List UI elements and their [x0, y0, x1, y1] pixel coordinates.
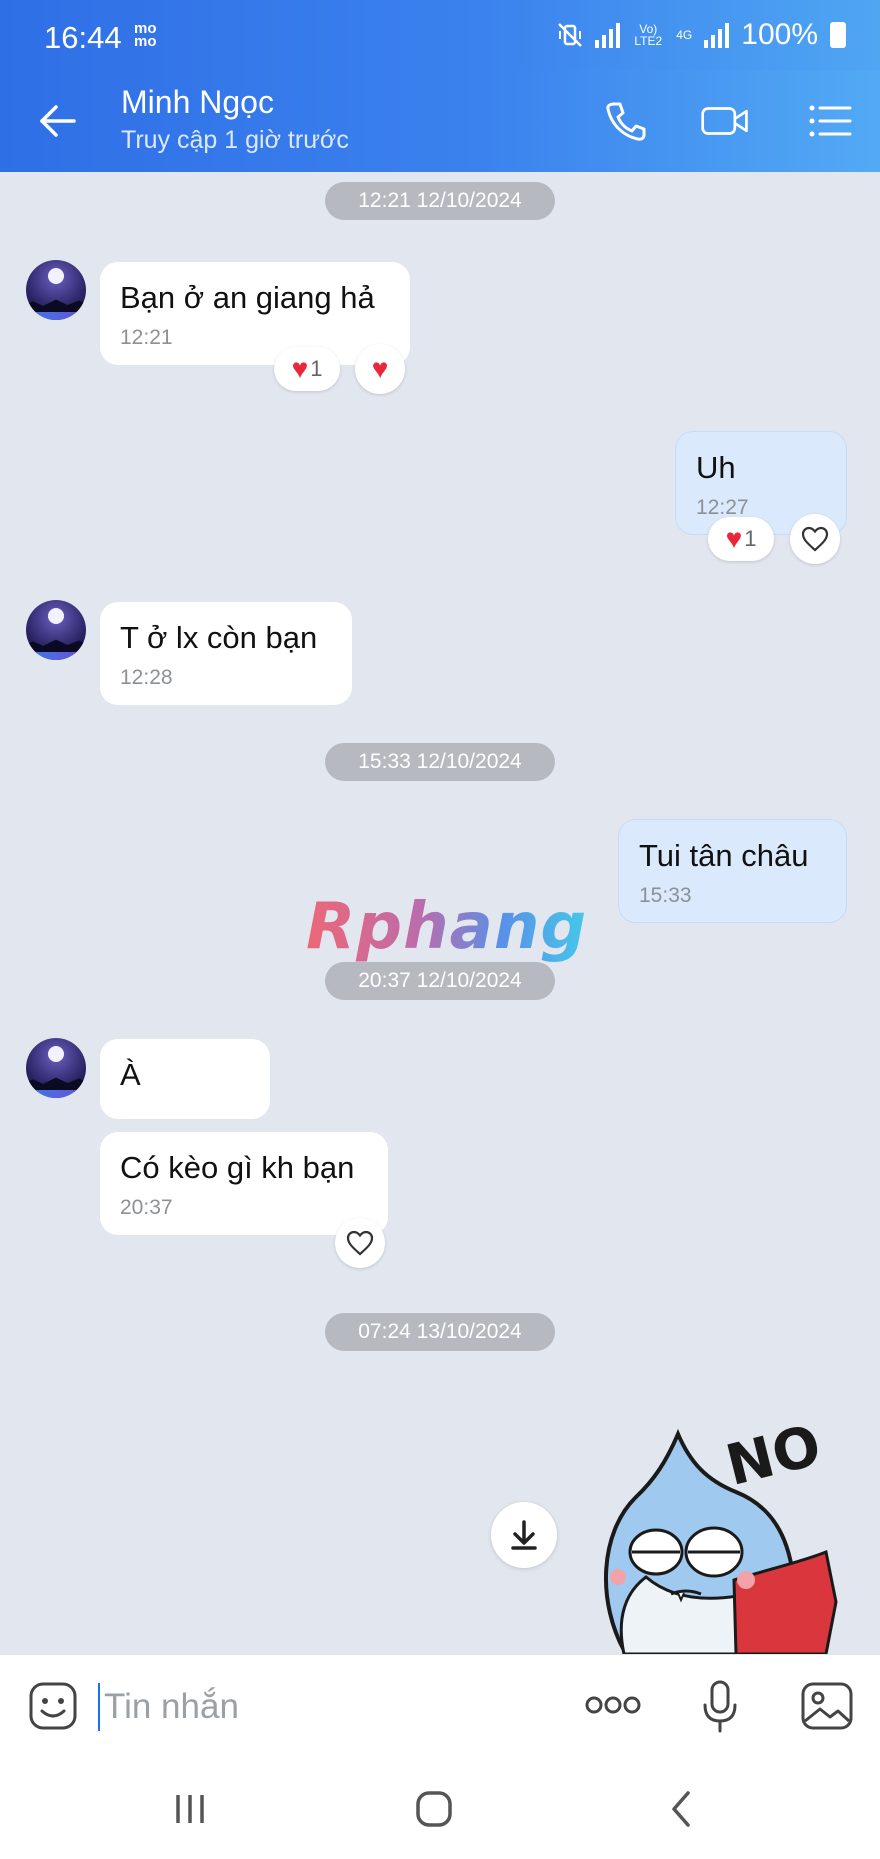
sticker-text: NO [720, 1413, 827, 1499]
heart-outline-icon [801, 526, 829, 552]
heart-icon: ♥ [725, 523, 743, 554]
message-bubble-outgoing[interactable]: Tui tân châu 15:33 [618, 819, 847, 923]
contact-last-seen: Truy cập 1 giờ trước [121, 126, 349, 154]
message-bubble-incoming[interactable]: À [100, 1039, 270, 1119]
heart-icon: ♥ [291, 353, 309, 384]
download-icon [511, 1520, 537, 1550]
message-list[interactable]: 12:21 12/10/2024 Bạn ở an giang hả 12:21… [0, 172, 880, 1654]
message-time: 15:33 [639, 884, 692, 907]
message-input-bar: Tin nhắn [0, 1654, 880, 1759]
contact-avatar[interactable] [26, 260, 86, 320]
message-text: Bạn ở an giang hả [120, 280, 375, 315]
message-time: 20:37 [120, 1196, 173, 1219]
message-time: 12:28 [120, 666, 173, 689]
react-button[interactable] [335, 1218, 385, 1268]
watermark-logo: Rphang [306, 890, 588, 964]
home-icon[interactable] [414, 1789, 454, 1829]
date-separator: 20:37 12/10/2024 [325, 962, 555, 1000]
message-text: Tui tân châu [639, 838, 809, 873]
emoji-icon[interactable] [28, 1681, 78, 1731]
network-type-label: 4G [676, 28, 693, 42]
back-arrow-icon[interactable] [34, 98, 80, 144]
reaction-count: 1 [310, 356, 323, 381]
recent-apps-icon[interactable] [170, 1791, 210, 1827]
message-bubble-incoming[interactable]: Có kèo gì kh bạn 20:37 [100, 1132, 388, 1235]
status-bar: 16:44 mo mo Vo) LTE2 4G 100% [0, 0, 880, 70]
status-time: 16:44 [44, 20, 122, 55]
date-separator: 12:21 12/10/2024 [325, 182, 555, 220]
mute-vibrate-icon [558, 23, 583, 47]
message-text: À [120, 1057, 141, 1092]
reaction-summary[interactable]: ♥ 1 [708, 517, 774, 561]
message-text: Uh [696, 450, 736, 485]
image-icon[interactable] [800, 1681, 854, 1731]
signal-1-icon [595, 22, 621, 48]
date-separator: 07:24 13/10/2024 [325, 1313, 555, 1351]
message-text: Có kèo gì kh bạn [120, 1150, 355, 1185]
message-bubble-incoming[interactable]: T ở lx còn bạn 12:28 [100, 602, 352, 705]
message-input[interactable]: Tin nhắn [98, 1683, 538, 1731]
chat-header: Minh Ngọc Truy cập 1 giờ trước [0, 70, 880, 172]
battery-percent: 100% [741, 18, 818, 51]
signal-2-icon [704, 22, 730, 48]
contact-avatar[interactable] [26, 1038, 86, 1098]
back-nav-icon[interactable] [664, 1789, 700, 1829]
phone-icon[interactable] [600, 96, 650, 146]
volte-label: Vo) LTE2 [634, 22, 663, 48]
date-separator: 15:33 12/10/2024 [325, 743, 555, 781]
momo-app-badge: mo mo [134, 20, 157, 50]
message-text: T ở lx còn bạn [120, 620, 318, 655]
more-options-icon[interactable] [584, 1693, 642, 1717]
system-navigation-bar [0, 1759, 880, 1859]
status-indicators: Vo) LTE2 4G 100% [557, 18, 846, 52]
contact-name[interactable]: Minh Ngọc [121, 84, 274, 121]
video-call-icon[interactable] [700, 96, 750, 146]
reaction-summary[interactable]: ♥ 1 [274, 347, 340, 391]
shark-no-sticker[interactable]: NO [586, 1402, 856, 1654]
microphone-icon[interactable] [700, 1679, 740, 1735]
heart-icon: ♥ [371, 353, 389, 384]
menu-list-icon[interactable] [805, 96, 855, 146]
contact-avatar[interactable] [26, 600, 86, 660]
battery-icon [830, 22, 846, 48]
react-button[interactable] [790, 514, 840, 564]
reaction-count: 1 [744, 526, 757, 551]
heart-outline-icon [346, 1230, 374, 1256]
sticker-download-button[interactable] [491, 1502, 557, 1568]
react-button[interactable]: ♥ [355, 344, 405, 394]
message-time: 12:21 [120, 326, 173, 349]
